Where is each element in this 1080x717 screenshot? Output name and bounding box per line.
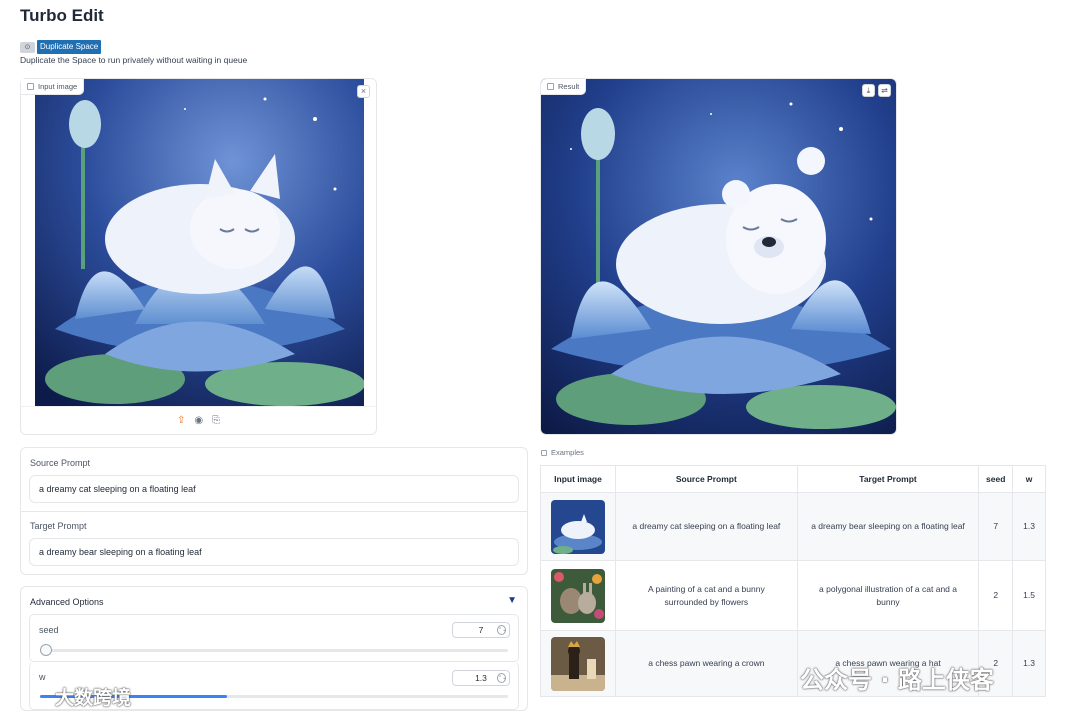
example-thumb-cell[interactable]	[540, 560, 616, 631]
example-target-cell[interactable]: a polygonal illustration of a cat and a …	[796, 560, 980, 631]
examples-label: Examples	[541, 448, 584, 457]
example-row[interactable]: a dreamy cat sleeping on a floating leaf…	[540, 492, 1046, 561]
spinner-icon[interactable]: ⌃⌄	[497, 673, 506, 683]
prompt-divider	[21, 511, 527, 512]
collapse-arrow-icon[interactable]: ▼	[507, 595, 517, 606]
example-thumbnail-cat-bunny[interactable]	[551, 568, 605, 623]
example-target-cell[interactable]: a dreamy bear sleeping on a floating lea…	[796, 492, 980, 561]
example-thumb-cell[interactable]	[540, 630, 616, 697]
source-prompt-label: Source Prompt	[30, 458, 91, 468]
example-thumb-cell[interactable]	[540, 492, 616, 561]
source-prompt-input[interactable]: a dreamy cat sleeping on a floating leaf	[29, 475, 519, 503]
watermark-left: 大数跨境	[55, 687, 132, 709]
download-icon[interactable]: ⤓	[862, 84, 875, 97]
duplicate-logo-icon: ⊙	[20, 41, 35, 53]
input-image-art	[35, 79, 364, 407]
header-seed: seed	[978, 465, 1014, 493]
input-image-label: Input image	[38, 82, 78, 91]
result-label: Result	[558, 82, 580, 91]
target-prompt-input[interactable]: a dreamy bear sleeping on a floating lea…	[29, 538, 519, 566]
webcam-icon[interactable]: ◉	[194, 415, 203, 426]
result-panel: Result ⤓ ⇌	[540, 78, 897, 435]
thumb-cat-bunny-art	[551, 568, 605, 623]
example-source-cell[interactable]: A painting of a cat and a bunny surround…	[615, 560, 798, 631]
w-value: 1.3	[475, 673, 487, 683]
example-w-cell[interactable]: 1.5	[1012, 560, 1046, 631]
result-tag: Result	[541, 79, 587, 95]
duplicate-description: Duplicate the Space to run privately wit…	[20, 55, 248, 65]
image-icon	[547, 83, 554, 90]
example-seed-cell[interactable]: 2	[978, 560, 1014, 631]
seed-control: seed 7 ⌃⌄	[29, 614, 519, 662]
list-icon	[541, 449, 547, 456]
duplicate-space-button[interactable]: Duplicate Space	[37, 40, 102, 54]
target-prompt-label: Target Prompt	[30, 521, 87, 531]
result-toolbar: ⤓ ⇌	[862, 84, 891, 97]
input-image-panel: Input image × ⇪ ◉ ⎘	[20, 78, 377, 435]
seed-number-input[interactable]: 7 ⌃⌄	[452, 622, 510, 638]
w-label: w	[39, 672, 46, 682]
seed-slider-thumb[interactable]	[40, 644, 52, 656]
image-icon	[27, 83, 34, 90]
seed-value: 7	[478, 625, 484, 635]
example-thumbnail-cat[interactable]	[551, 499, 605, 554]
clipboard-icon[interactable]: ⎘	[212, 415, 220, 426]
input-image-tag: Input image	[21, 79, 85, 95]
clear-image-button[interactable]: ×	[357, 85, 370, 98]
advanced-options-header[interactable]: Advanced Options	[30, 597, 104, 607]
header-w: w	[1012, 465, 1046, 493]
spinner-icon[interactable]: ⌃⌄	[497, 625, 506, 635]
seed-label: seed	[39, 625, 59, 635]
input-image[interactable]	[35, 79, 364, 407]
example-w-cell[interactable]: 1.3	[1012, 630, 1046, 697]
examples-label-text: Examples	[551, 448, 584, 457]
page-title: Turbo Edit	[20, 6, 104, 25]
example-source-cell[interactable]: a chess pawn wearing a crown	[615, 630, 798, 697]
watermark-right: 公众号 · 路上侠客	[800, 666, 994, 694]
prompts-block: Source Prompt a dreamy cat sleeping on a…	[20, 447, 528, 575]
result-image-art	[541, 79, 896, 434]
image-source-toolbar: ⇪ ◉ ⎘	[21, 406, 376, 434]
example-seed-cell[interactable]: 7	[978, 492, 1014, 561]
thumb-cat-art	[551, 499, 605, 554]
examples-header-row: Input image Source Prompt Target Prompt …	[540, 465, 1046, 493]
thumb-chess-art	[551, 636, 605, 691]
seed-slider[interactable]	[40, 644, 508, 656]
w-number-input[interactable]: 1.3 ⌃⌄	[452, 670, 510, 686]
example-w-cell[interactable]: 1.3	[1012, 492, 1046, 561]
example-row[interactable]: A painting of a cat and a bunny surround…	[540, 560, 1046, 631]
header-input-image: Input image	[540, 465, 616, 493]
upload-icon[interactable]: ⇪	[177, 415, 185, 426]
share-icon[interactable]: ⇌	[878, 84, 891, 97]
header-source-prompt: Source Prompt	[615, 465, 798, 493]
example-thumbnail-chess[interactable]	[551, 636, 605, 691]
header-target-prompt: Target Prompt	[796, 465, 980, 493]
example-source-cell[interactable]: a dreamy cat sleeping on a floating leaf	[615, 492, 798, 561]
result-image	[541, 79, 896, 434]
duplicate-space-badge[interactable]: ⊙ Duplicate Space	[20, 40, 102, 54]
